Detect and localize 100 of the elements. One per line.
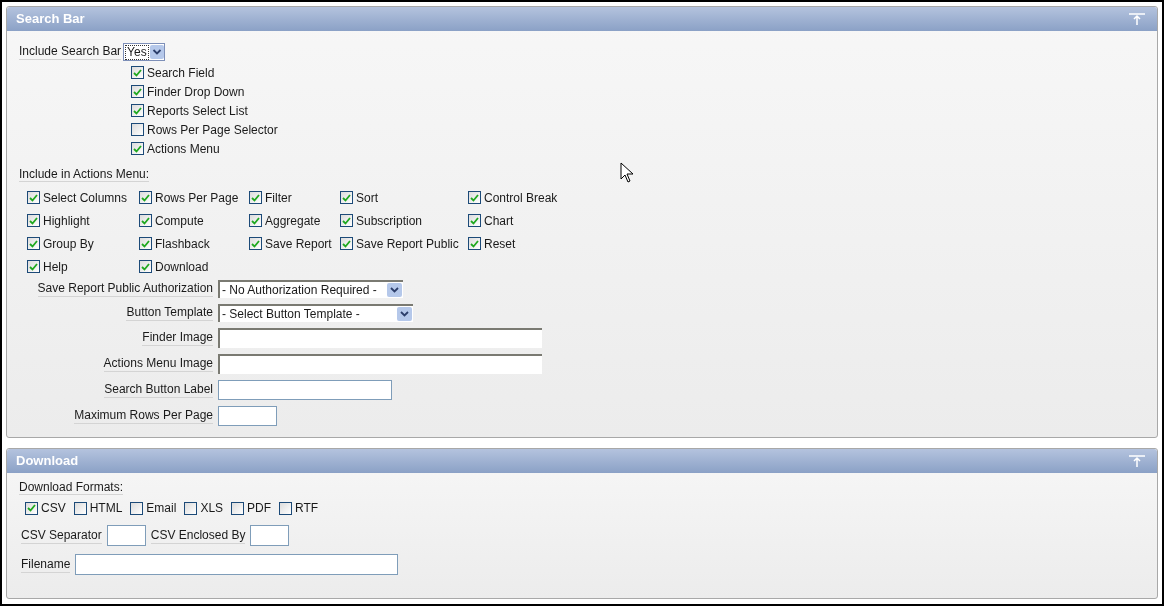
caret-icon <box>148 45 164 59</box>
select-dropdown[interactable]: - No Authorization Required - <box>218 280 403 298</box>
checkbox-label: Search Field <box>147 64 215 82</box>
checkmark-icon <box>29 193 38 202</box>
checkbox-label: RTF <box>295 500 319 517</box>
checkbox-label: Compute <box>155 212 204 230</box>
checkbox[interactable] <box>340 191 353 204</box>
field-label: Search Button Label <box>104 382 213 398</box>
field-label: Filename <box>21 556 71 573</box>
checkbox[interactable] <box>468 237 481 250</box>
checkmark-icon <box>133 68 142 77</box>
checkmark-icon <box>29 262 38 271</box>
text-input[interactable] <box>250 525 290 546</box>
checkbox-label: Chart <box>484 212 514 230</box>
panel-title: Download <box>16 452 79 471</box>
checkbox-label: HTML <box>89 500 123 517</box>
mouse-pointer-icon <box>620 162 634 183</box>
checkbox-label: Rows Per Page Selector <box>147 121 278 139</box>
checkbox[interactable] <box>25 501 38 515</box>
checkbox[interactable] <box>249 237 262 250</box>
field-label: Button Template <box>126 305 213 321</box>
checkbox[interactable] <box>139 237 152 250</box>
checkbox[interactable] <box>468 214 481 227</box>
checkbox-label: Save Report <box>265 235 332 253</box>
select-value: - Select Button Template - <box>222 306 360 323</box>
field-label: Download Formats: <box>19 480 124 495</box>
checkmark-icon <box>27 504 36 512</box>
checkmark-icon <box>29 216 38 225</box>
field-label: Actions Menu Image <box>103 356 213 372</box>
checkmark-icon <box>342 193 351 202</box>
checkmark-icon <box>133 87 142 96</box>
checkbox-label: XLS <box>200 500 224 517</box>
checkbox-label: Help <box>43 258 68 276</box>
checkbox[interactable] <box>131 123 144 136</box>
checkbox[interactable] <box>73 501 87 515</box>
checkbox-label: Download <box>155 258 209 276</box>
field-label: Maximum Rows Per Page <box>74 408 213 424</box>
checkbox-label: Subscription <box>356 212 423 230</box>
select-dropdown[interactable]: Yes <box>123 43 165 61</box>
checkbox[interactable] <box>139 214 152 227</box>
checkbox-label: Actions Menu <box>147 140 220 158</box>
field-label: CSV Separator <box>21 527 102 544</box>
text-input[interactable] <box>218 380 392 400</box>
text-input[interactable] <box>75 554 399 575</box>
checkbox[interactable] <box>27 191 40 204</box>
checkbox[interactable] <box>131 142 144 155</box>
checkbox-label: Filter <box>265 189 292 207</box>
panel-title: Search Bar <box>16 10 85 29</box>
checkbox[interactable] <box>231 501 245 515</box>
checkbox-label: Flashback <box>155 235 210 253</box>
field-label: Finder Image <box>142 330 213 346</box>
checkbox[interactable] <box>340 237 353 250</box>
caret-icon <box>387 283 402 297</box>
checkbox[interactable] <box>139 191 152 204</box>
select-value: Yes <box>125 44 149 60</box>
text-input[interactable] <box>218 406 277 426</box>
checkmark-icon <box>141 193 150 202</box>
caret-icon <box>397 307 412 321</box>
checkbox[interactable] <box>184 501 198 515</box>
checkmark-icon <box>133 144 142 153</box>
checkbox[interactable] <box>249 191 262 204</box>
checkbox-label: Select Columns <box>43 189 128 207</box>
field-label: CSV Enclosed By <box>150 527 246 544</box>
text-input[interactable] <box>218 328 542 348</box>
checkmark-icon <box>141 239 150 248</box>
checkbox[interactable] <box>279 501 293 515</box>
checkbox[interactable] <box>131 104 144 117</box>
text-input[interactable] <box>106 525 146 546</box>
field-label: Save Report Public Authorization <box>37 281 213 297</box>
checkbox-label: Control Break <box>484 189 558 207</box>
checkmark-icon <box>29 239 38 248</box>
checkmark-icon <box>470 193 479 202</box>
text-input[interactable] <box>218 354 542 374</box>
checkmark-icon <box>251 216 260 225</box>
checkbox[interactable] <box>131 66 144 79</box>
checkbox-label: Email <box>146 500 177 517</box>
checkbox-label: Group By <box>43 235 94 253</box>
checkmark-icon <box>470 239 479 248</box>
checkbox[interactable] <box>27 237 40 250</box>
checkbox-label: Reports Select List <box>147 102 248 120</box>
checkbox[interactable] <box>139 260 152 273</box>
checkbox[interactable] <box>27 214 40 227</box>
checkbox-label: PDF <box>247 500 272 517</box>
checkmark-icon <box>133 106 142 115</box>
checkbox-label: Sort <box>356 189 378 207</box>
checkbox[interactable] <box>340 214 353 227</box>
field-label: Include Search Bar <box>19 44 122 60</box>
checkbox[interactable] <box>468 191 481 204</box>
checkbox[interactable] <box>131 85 144 98</box>
checkbox-label: CSV <box>41 500 66 517</box>
checkbox[interactable] <box>130 501 144 515</box>
select-dropdown[interactable]: - Select Button Template - <box>218 304 413 322</box>
checkbox-label: Finder Drop Down <box>147 83 245 101</box>
checkbox[interactable] <box>249 214 262 227</box>
checkbox-label: Reset <box>484 235 516 253</box>
field-label: Include in Actions Menu: <box>19 167 150 182</box>
checkmark-icon <box>251 193 260 202</box>
checkbox-label: Aggregate <box>265 212 321 230</box>
checkbox-label: Rows Per Page <box>155 189 239 207</box>
checkbox[interactable] <box>27 260 40 273</box>
